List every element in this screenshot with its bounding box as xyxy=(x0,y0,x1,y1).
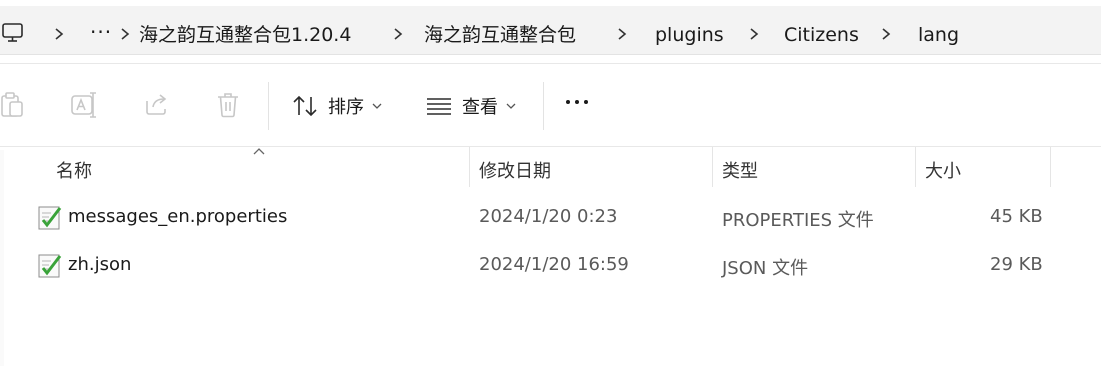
text-file-icon xyxy=(38,253,62,283)
chevron-right-icon[interactable] xyxy=(118,24,132,44)
sort-ascending-icon xyxy=(253,148,265,155)
chevron-right-icon[interactable] xyxy=(391,24,405,44)
column-header-type[interactable]: 类型 xyxy=(722,157,758,183)
chevron-right-icon[interactable] xyxy=(747,24,761,44)
file-name: messages_en.properties xyxy=(68,206,288,227)
breadcrumb-overflow-button[interactable]: ··· xyxy=(90,20,112,44)
chevron-down-icon xyxy=(506,103,516,109)
toolbar-divider xyxy=(543,82,544,130)
file-date: 2024/1/20 16:59 xyxy=(479,254,629,275)
chevron-down-icon xyxy=(372,103,382,109)
share-icon[interactable] xyxy=(144,92,170,120)
breadcrumb[interactable]: ··· 海之韵互通整合包1.20.4 海之韵互通整合包 plugins Citi… xyxy=(0,6,1101,55)
file-size: 29 KB xyxy=(990,254,1043,275)
column-header: 名称 修改日期 类型 大小 xyxy=(0,147,1101,189)
column-divider[interactable] xyxy=(1050,147,1051,187)
sort-button[interactable]: 排序 xyxy=(292,88,382,124)
breadcrumb-item[interactable]: Citizens xyxy=(784,22,859,48)
file-date: 2024/1/20 0:23 xyxy=(479,206,618,227)
file-row[interactable]: zh.json 2024/1/20 16:59 JSON 文件 29 KB xyxy=(30,243,1060,289)
column-divider[interactable] xyxy=(915,147,916,187)
this-pc-icon[interactable] xyxy=(2,23,24,47)
file-name: zh.json xyxy=(68,254,132,275)
divider xyxy=(0,63,1101,64)
view-icon xyxy=(427,98,451,115)
chevron-right-icon[interactable] xyxy=(615,24,629,44)
rename-icon[interactable] xyxy=(71,92,99,122)
text-file-icon xyxy=(38,205,62,235)
view-button[interactable]: 查看 xyxy=(426,88,516,124)
file-type: PROPERTIES 文件 xyxy=(722,210,874,231)
column-divider[interactable] xyxy=(469,147,470,187)
more-options-icon[interactable] xyxy=(566,100,588,104)
sort-icon xyxy=(293,95,317,117)
view-label: 查看 xyxy=(462,97,498,118)
paste-icon[interactable] xyxy=(0,92,24,122)
breadcrumb-item[interactable]: plugins xyxy=(655,22,724,48)
file-type: JSON 文件 xyxy=(722,258,809,279)
sort-label: 排序 xyxy=(328,97,364,118)
address-bar: ··· 海之韵互通整合包1.20.4 海之韵互通整合包 plugins Citi… xyxy=(0,0,1101,60)
chevron-right-icon[interactable] xyxy=(52,24,66,44)
navigation-pane-edge xyxy=(0,150,4,366)
column-header-date[interactable]: 修改日期 xyxy=(479,157,551,183)
column-header-name[interactable]: 名称 xyxy=(56,157,92,183)
delete-icon[interactable] xyxy=(217,92,239,122)
file-row[interactable]: messages_en.properties 2024/1/20 0:23 PR… xyxy=(30,195,1060,241)
command-bar: 排序 查看 xyxy=(0,66,1101,146)
breadcrumb-item[interactable]: lang xyxy=(918,22,959,48)
breadcrumb-item[interactable]: 海之韵互通整合包1.20.4 xyxy=(139,22,351,48)
column-header-size[interactable]: 大小 xyxy=(925,157,961,183)
toolbar-divider xyxy=(268,82,269,130)
chevron-right-icon[interactable] xyxy=(879,24,893,44)
file-size: 45 KB xyxy=(990,206,1043,227)
column-divider[interactable] xyxy=(712,147,713,187)
breadcrumb-item[interactable]: 海之韵互通整合包 xyxy=(424,22,576,48)
